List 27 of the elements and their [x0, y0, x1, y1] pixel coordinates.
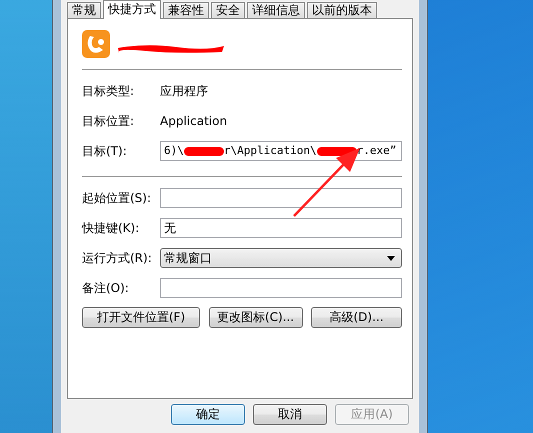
field-label: 目标(T):: [82, 142, 128, 160]
property-label: 目标位置:: [82, 112, 136, 130]
input-field[interactable]: [160, 188, 402, 208]
tab[interactable]: 详细信息: [247, 2, 305, 18]
tab[interactable]: 常规: [67, 2, 101, 18]
tab[interactable]: 安全: [211, 2, 245, 18]
input-field[interactable]: [160, 278, 402, 298]
tab[interactable]: 以前的版本: [307, 2, 377, 18]
target-field[interactable]: 6)\ r\Application\ r.exe”: [160, 141, 402, 161]
property-value: 应用程序: [160, 82, 208, 100]
button[interactable]: 高级(D)...: [311, 307, 402, 328]
app-icon: [82, 30, 110, 58]
field-label: 快捷键(K):: [82, 220, 140, 236]
input-field[interactable]: 无: [160, 218, 402, 238]
tab[interactable]: 快捷方式: [103, 0, 161, 19]
button[interactable]: 更改图标(C)...: [208, 307, 302, 328]
dialog-button[interactable]: 取消: [253, 404, 327, 425]
tab[interactable]: 兼容性: [163, 2, 209, 18]
caret-icon: [387, 256, 395, 260]
field-label: 起始位置(S):: [82, 190, 152, 206]
property-value: Application: [160, 114, 228, 128]
button[interactable]: 打开文件位置(F): [82, 307, 200, 328]
field-label: 运行方式(R):: [82, 250, 153, 266]
field-label: 备注(O):: [82, 280, 130, 296]
dropdown[interactable]: 常规窗口: [160, 248, 402, 268]
property-label: 目标类型:: [82, 82, 136, 100]
dialog-button[interactable]: 确定: [171, 404, 245, 425]
